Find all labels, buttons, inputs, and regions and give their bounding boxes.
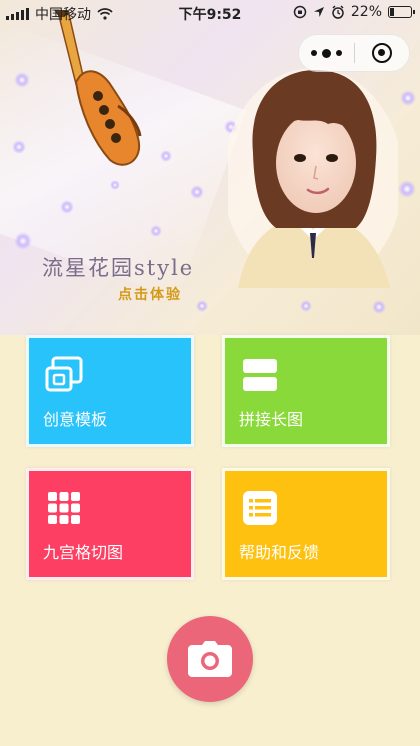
- sparkle-decoration: [400, 90, 416, 106]
- sparkle-decoration: [14, 72, 30, 88]
- grid-icon: [48, 492, 80, 524]
- more-dot-icon: [311, 50, 317, 56]
- battery-icon: [388, 6, 415, 18]
- tile-label: 创意模板: [43, 410, 108, 429]
- miniprogram-capsule: [298, 34, 410, 72]
- tile-creative-template[interactable]: 创意模板: [26, 335, 194, 447]
- sparkle-decoration: [196, 300, 208, 312]
- camera-icon: [188, 641, 232, 677]
- sparkle-decoration: [12, 140, 26, 154]
- tile-label: 拼接长图: [239, 410, 304, 429]
- camera-button[interactable]: [167, 616, 253, 702]
- sparkle-decoration: [300, 300, 312, 312]
- battery-fill: [390, 8, 394, 16]
- more-options-button[interactable]: [299, 35, 354, 71]
- sparkle-decoration: [160, 150, 172, 162]
- sparkle-decoration: [110, 180, 120, 190]
- more-dot-icon: [322, 48, 331, 58]
- more-dot-icon: [336, 50, 342, 56]
- close-miniprogram-button[interactable]: [355, 35, 409, 71]
- sparkle-decoration: [398, 180, 416, 198]
- sparkle-decoration: [190, 185, 204, 199]
- sparkle-decoration: [60, 200, 74, 214]
- alarm-icon: [332, 5, 344, 19]
- exit-ring-icon: [371, 43, 392, 63]
- template-icon: [45, 356, 83, 392]
- sparkle-decoration: [372, 300, 386, 314]
- banner-cta[interactable]: 点击体验: [118, 284, 182, 304]
- portrait-image: [228, 68, 398, 288]
- sparkle-decoration: [150, 225, 162, 237]
- tile-label: 九宫格切图: [43, 543, 124, 562]
- location-icon: [313, 7, 324, 17]
- status-bar: 中国移动 下午9:52 22%: [0, 0, 420, 26]
- stitch-icon: [243, 359, 277, 391]
- list-icon: [243, 491, 277, 525]
- tile-stitch-long-image[interactable]: 拼接长图: [222, 335, 390, 447]
- saxophone-illustration: [54, 10, 142, 166]
- tile-help-feedback[interactable]: 帮助和反馈: [222, 468, 390, 580]
- orientation-lock-icon: [293, 5, 307, 19]
- banner-title: 流星花园style: [42, 256, 195, 280]
- battery-percent: 22%: [350, 4, 382, 20]
- tile-nine-grid-cut[interactable]: 九宫格切图: [26, 468, 194, 580]
- tile-label: 帮助和反馈: [239, 543, 320, 562]
- sparkle-decoration: [14, 232, 32, 250]
